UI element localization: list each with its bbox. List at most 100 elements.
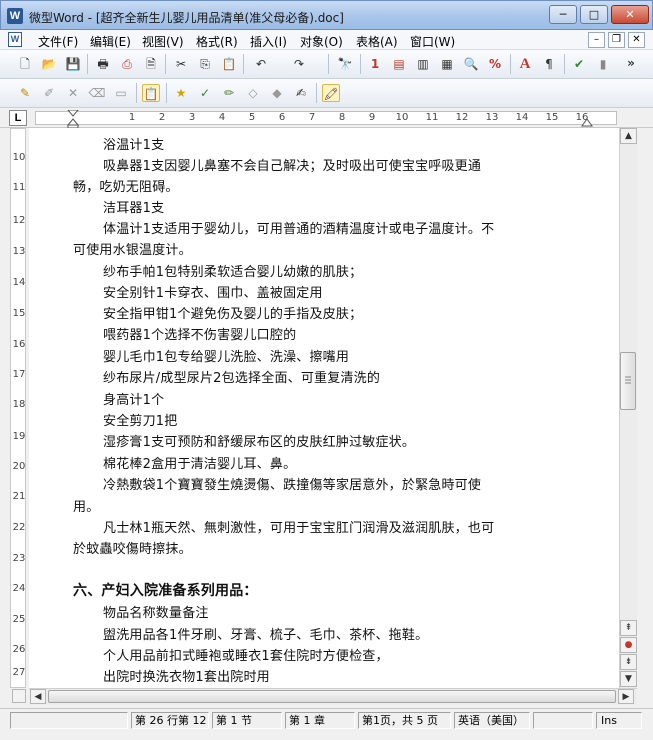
highlight-icon[interactable]: ✎: [16, 84, 34, 102]
ruler-strip[interactable]: 1 2 3 4 5 6 7 8 9 10 11 12 13 14 15 16: [35, 110, 617, 128]
document-line[interactable]: 冷熱敷袋1个寶寶發生燒燙傷、跌撞傷等家居意外，於緊急時可使: [103, 474, 481, 493]
paragraph-icon[interactable]: ¶: [540, 55, 558, 73]
vertical-scroll-thumb[interactable]: [620, 352, 636, 410]
highlighter-icon[interactable]: 🖍: [322, 84, 340, 102]
document-line[interactable]: 出院时换洗衣物1套出院时用: [103, 666, 270, 685]
document-area[interactable]: 浴温计1支 吸鼻器1支因婴儿鼻塞不会自己解决；及时吸出可使宝宝呼吸更通 畅，吃奶…: [29, 128, 619, 688]
vruler-number: 12: [12, 215, 26, 226]
document-line[interactable]: 安全指甲钳1个避免伤及婴儿的手指及皮肤；: [103, 303, 362, 322]
normal-view-icon[interactable]: [12, 689, 26, 703]
document-line[interactable]: 用。: [73, 496, 99, 515]
footer-icon[interactable]: ▥: [414, 55, 432, 73]
pdf-icon[interactable]: ⎙: [118, 55, 136, 73]
previous-page-icon[interactable]: ⇞: [620, 620, 637, 636]
close-button[interactable]: ✕: [611, 5, 649, 24]
check-icon[interactable]: ✓: [196, 84, 214, 102]
document-line[interactable]: 於蚊蟲咬傷時擦抹。: [73, 538, 192, 557]
document-line[interactable]: 凡士林1瓶天然、無刺激性，可用于宝宝肛门润滑及滋润肌肤，也可: [103, 517, 494, 536]
find-icon[interactable]: 🔭: [336, 55, 354, 73]
document-line[interactable]: 物品名称数量备注: [103, 602, 209, 621]
vertical-ruler-strip[interactable]: 10 11 12 13 14 15 16 17 18 19 20 21 22 2…: [10, 128, 26, 688]
font-icon[interactable]: A: [516, 55, 534, 73]
eraser2-icon[interactable]: ◆: [268, 84, 286, 102]
document-line[interactable]: 吸鼻器1支因婴儿鼻塞不会自己解决；及时吸出可使宝宝呼吸更通: [103, 155, 481, 174]
minimize-button[interactable]: ─: [549, 5, 577, 24]
document-page[interactable]: 浴温计1支 吸鼻器1支因婴儿鼻塞不会自己解决；及时吸出可使宝宝呼吸更通 畅，吃奶…: [29, 128, 619, 688]
clear-icon[interactable]: ⌫: [88, 84, 106, 102]
menu-insert[interactable]: 插入(I): [250, 33, 287, 50]
document-line[interactable]: 纱布尿片/成型尿片2包选择全面、可重复清洗的: [103, 367, 380, 386]
document-line[interactable]: 喂药器1个选择不伤害婴儿口腔的: [103, 324, 296, 343]
document-line[interactable]: 盥洗用品各1件牙刷、牙膏、梳子、毛巾、茶杯、拖鞋。: [103, 624, 428, 643]
star-icon[interactable]: ★: [172, 84, 190, 102]
document-line[interactable]: 婴儿毛巾1包专给婴儿洗脸、洗澡、擦嘴用: [103, 346, 349, 365]
clipboard-icon[interactable]: 📋: [142, 84, 160, 102]
note-icon[interactable]: ✍: [292, 84, 310, 102]
document-line[interactable]: 畅，吃奶无阻碍。: [73, 176, 179, 195]
document-line[interactable]: 湿疹膏1支可预防和舒缓尿布区的皮肤红肿过敏症状。: [103, 431, 415, 450]
menu-object[interactable]: 对象(O): [300, 33, 343, 50]
scroll-left-button[interactable]: ◀: [30, 689, 46, 704]
erase-icon[interactable]: ▭: [112, 84, 130, 102]
columns-icon[interactable]: ▦: [438, 55, 456, 73]
document-line[interactable]: 纱布手帕1包特别柔软适合婴儿幼嫩的肌肤；: [103, 261, 362, 280]
document-line[interactable]: 浴温计1支: [103, 134, 164, 153]
menu-format[interactable]: 格式(R): [196, 33, 238, 50]
percent-icon[interactable]: %: [486, 55, 504, 73]
menu-file[interactable]: 文件(F): [38, 33, 78, 50]
paste-icon[interactable]: 📋: [220, 55, 238, 73]
indent-marker-icon[interactable]: [67, 110, 79, 128]
tab-stop-selector[interactable]: L: [9, 110, 27, 126]
doc-close-button[interactable]: ✕: [628, 32, 645, 48]
next-page-icon[interactable]: ⇟: [620, 654, 637, 670]
status-position: 第 26 行第 12: [131, 712, 209, 729]
doc-minimize-button[interactable]: –: [588, 32, 605, 48]
document-line[interactable]: 可使用水银温度计。: [73, 239, 192, 258]
print-icon[interactable]: 🖶: [94, 55, 112, 73]
open-icon[interactable]: 📂: [40, 55, 58, 73]
document-icon[interactable]: W: [8, 32, 22, 47]
word-count-icon[interactable]: ▮: [594, 55, 612, 73]
cut-icon[interactable]: ✂: [172, 55, 190, 73]
doc-restore-button[interactable]: ❐: [608, 32, 625, 48]
browse-object-icon[interactable]: ●: [620, 637, 637, 653]
spellcheck-icon[interactable]: ✔: [570, 55, 588, 73]
zoom-icon[interactable]: 🔍: [462, 55, 480, 73]
menu-window[interactable]: 窗口(W): [410, 33, 455, 50]
scroll-down-button[interactable]: ▼: [620, 671, 637, 687]
word-app-icon[interactable]: W: [7, 8, 23, 24]
page-number-icon[interactable]: 1: [366, 55, 384, 73]
edit-icon[interactable]: ✐: [40, 84, 58, 102]
redo-icon[interactable]: ↷: [290, 55, 308, 73]
document-line[interactable]: 安全别针1卡穿衣、围巾、盖被固定用: [103, 282, 323, 301]
maximize-button[interactable]: □: [580, 5, 608, 24]
save-icon[interactable]: 💾: [64, 55, 82, 73]
print-preview-icon[interactable]: 🗎: [142, 55, 160, 73]
document-line[interactable]: 个人用品前扣式睡袍或睡衣1套住院时方便检查，: [103, 645, 389, 664]
document-line[interactable]: 安全剪刀1把: [103, 410, 177, 429]
menu-edit[interactable]: 编辑(E): [90, 33, 131, 50]
delete-icon[interactable]: ✕: [64, 84, 82, 102]
header-icon[interactable]: ▤: [390, 55, 408, 73]
new-icon[interactable]: 🗋: [16, 55, 34, 73]
eraser-icon[interactable]: ◇: [244, 84, 262, 102]
undo-icon[interactable]: ↶: [252, 55, 270, 73]
document-line[interactable]: 棉花棒2盒用于清洁婴儿耳、鼻。: [103, 453, 296, 472]
document-line[interactable]: 身高计1个: [103, 389, 164, 408]
status-insert-mode[interactable]: Ins: [596, 712, 642, 729]
toolbar-overflow-icon[interactable]: »: [622, 54, 640, 72]
pencil-icon[interactable]: ✏: [220, 84, 238, 102]
vruler-number: 26: [12, 644, 26, 655]
right-indent-marker-icon[interactable]: [581, 118, 593, 128]
menu-table[interactable]: 表格(A): [356, 33, 398, 50]
scroll-right-button[interactable]: ▶: [618, 689, 634, 704]
ruler-number: 5: [248, 112, 256, 123]
document-line[interactable]: 洁耳器1支: [103, 197, 164, 216]
document-line[interactable]: 体温计1支适用于婴幼儿，可用普通的酒精温度计或电子温度计。不: [103, 218, 494, 237]
horizontal-scroll-thumb[interactable]: [48, 690, 616, 703]
section-heading[interactable]: 六、产妇入院准备系列用品：: [73, 580, 258, 600]
scroll-up-button[interactable]: ▲: [620, 128, 637, 144]
copy-icon[interactable]: ⎘: [196, 55, 214, 73]
menu-view[interactable]: 视图(V): [142, 33, 184, 50]
vruler-number: 18: [12, 399, 26, 410]
